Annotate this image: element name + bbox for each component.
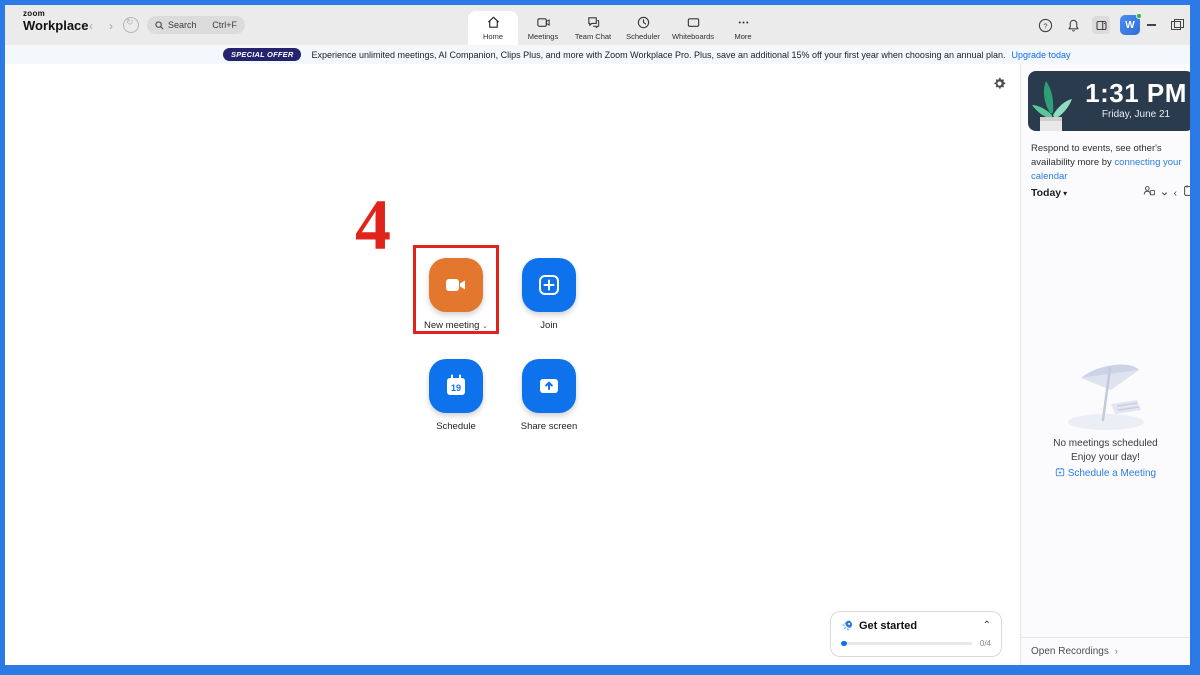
calendar-today-icon[interactable]	[1183, 184, 1190, 202]
tab-label: Home	[482, 32, 503, 41]
share-screen-action[interactable]: Share screen	[504, 359, 594, 432]
search-label: Search	[168, 20, 197, 30]
logo-workplace-text: Workplace	[23, 18, 89, 33]
promo-banner: SPECIAL OFFER Experience unlimited meeti…	[5, 45, 1190, 64]
video-camera-icon	[446, 279, 465, 291]
title-bar: zoom Workplace ‹ › Search Ctrl+F Home Me…	[5, 5, 1190, 45]
prev-day-icon[interactable]: ‹	[1174, 188, 1177, 199]
meetings-icon	[536, 18, 550, 27]
svg-text:?: ?	[1043, 21, 1047, 30]
zoom-workplace-logo: zoom Workplace	[23, 9, 89, 33]
get-started-title: Get started	[859, 619, 918, 632]
open-recordings-link[interactable]: Open Recordings ›	[1031, 646, 1118, 657]
logo-zoom-text: zoom	[23, 9, 46, 18]
schedule-a-meeting-link[interactable]: Schedule a Meeting	[1021, 467, 1190, 479]
tab-label: Whiteboards	[671, 32, 715, 41]
special-offer-badge: SPECIAL OFFER	[223, 48, 302, 61]
maximize-button[interactable]	[1168, 17, 1186, 31]
chevron-down-icon: ▾	[1063, 189, 1068, 198]
beach-umbrella-illustration	[1021, 356, 1190, 436]
today-dropdown[interactable]: Today ▾	[1031, 187, 1067, 199]
online-status-dot	[1136, 13, 1142, 19]
search-shortcut: Ctrl+F	[212, 20, 237, 30]
share-screen-label: Share screen	[520, 421, 578, 432]
calendar-icon: 19	[447, 374, 465, 395]
help-icon[interactable]: ?	[1036, 16, 1054, 34]
home-main-area: New meeting ⌄ Join 19 Schedule Share scr…	[5, 64, 1020, 665]
svg-text:19: 19	[451, 383, 461, 393]
join-button[interactable]	[522, 258, 576, 312]
notifications-bell-icon[interactable]	[1064, 16, 1082, 34]
whiteboards-icon	[687, 18, 699, 27]
new-meeting-action[interactable]: New meeting ⌄	[411, 258, 501, 331]
back-icon[interactable]: ‹	[83, 18, 99, 34]
sidebar-divider	[1021, 637, 1190, 638]
join-label: Join	[540, 320, 558, 331]
tab-label: Meetings	[527, 32, 559, 41]
calendar-connect-notice: Respond to events, see other's availabil…	[1031, 143, 1182, 182]
history-icon[interactable]	[123, 17, 139, 33]
no-meetings-text: No meetings scheduled	[1053, 438, 1158, 449]
clock-date: Friday, June 21	[1101, 109, 1171, 120]
get-started-progress-bar	[841, 641, 972, 646]
tab-label: Scheduler	[626, 32, 660, 41]
schedule-action[interactable]: 19 Schedule	[411, 359, 501, 432]
get-started-panel[interactable]: Get started ⌃ 0/4	[830, 611, 1002, 657]
join-action[interactable]: Join	[504, 258, 594, 331]
plant-illustration	[1032, 81, 1072, 131]
zoom-workplace-window: zoom Workplace ‹ › Search Ctrl+F Home Me…	[5, 5, 1190, 665]
tab-label: More	[734, 32, 752, 41]
share-screen-button[interactable]	[522, 359, 576, 413]
collapse-chevron-icon[interactable]: ⌃	[983, 620, 991, 631]
team-chat-icon	[587, 17, 599, 29]
calendar-plus-icon	[1055, 467, 1065, 477]
user-avatar[interactable]: W	[1120, 13, 1142, 35]
search-icon	[155, 20, 164, 30]
tab-scheduler[interactable]: Scheduler	[618, 5, 668, 45]
get-started-progress-count: 0/4	[979, 639, 991, 648]
calendar-toolbar: Today ▾ ‹	[1031, 184, 1190, 202]
forward-icon[interactable]: ›	[103, 18, 119, 34]
share-up-arrow-icon	[540, 379, 558, 393]
tab-meetings[interactable]: Meetings	[518, 5, 568, 45]
schedule-label: Schedule	[436, 421, 476, 432]
upgrade-today-link[interactable]: Upgrade today	[1012, 50, 1071, 60]
new-meeting-label: New meeting ⌄	[424, 320, 488, 331]
scheduler-icon	[637, 16, 649, 29]
availability-icon[interactable]	[1142, 184, 1167, 202]
tab-team-chat[interactable]: Team Chat	[568, 5, 618, 45]
settings-gear-icon[interactable]	[992, 76, 1008, 92]
rocket-icon	[841, 620, 853, 632]
home-icon	[487, 16, 499, 28]
schedule-button[interactable]: 19	[429, 359, 483, 413]
tab-label: Team Chat	[574, 32, 612, 41]
plus-icon	[539, 275, 559, 295]
enjoy-day-text: Enjoy your day!	[1071, 452, 1140, 463]
titlebar-right-icons: ? W	[1036, 13, 1142, 35]
tab-home[interactable]: Home	[468, 11, 518, 45]
panel-toggle-icon[interactable]	[1092, 16, 1110, 34]
minimize-button[interactable]	[1144, 17, 1162, 31]
annotation-step-number: 4	[355, 185, 391, 265]
tab-more[interactable]: More	[718, 5, 768, 45]
avatar-initial: W	[1125, 19, 1135, 31]
new-meeting-button[interactable]	[429, 258, 483, 312]
clock-time: 1:31 PM	[1085, 78, 1187, 108]
promo-text: Experience unlimited meetings, AI Compan…	[311, 49, 1006, 60]
calendar-sidebar: 1:31 PM Friday, June 21 Respond to event…	[1020, 64, 1190, 665]
main-tabs: Home Meetings Team Chat Scheduler Whiteb…	[468, 5, 768, 45]
chevron-right-icon: ›	[1114, 646, 1118, 656]
more-icon	[738, 21, 748, 24]
clock-card: 1:31 PM Friday, June 21	[1028, 71, 1190, 131]
dropdown-chevron-icon[interactable]: ⌄	[482, 323, 488, 330]
search-input[interactable]: Search Ctrl+F	[147, 16, 245, 34]
tab-whiteboards[interactable]: Whiteboards	[668, 5, 718, 45]
